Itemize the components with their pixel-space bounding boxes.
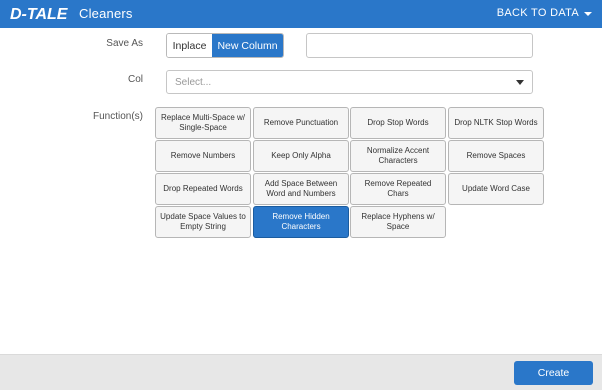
cleaners-popup: D-TALE Cleaners BACK TO DATA Save As Inp… — [0, 0, 602, 390]
dropdown-caret-icon[interactable] — [516, 80, 524, 85]
col-select-placeholder: Select... — [175, 77, 212, 88]
new-column-button[interactable]: New Column — [212, 34, 283, 57]
back-to-data-label: BACK TO DATA — [496, 7, 579, 19]
col-label: Col — [127, 74, 143, 85]
footer-bar: Create — [0, 354, 602, 390]
function-button[interactable]: Remove Numbers — [155, 140, 251, 172]
function-button-active[interactable]: Remove Hidden Characters — [253, 206, 349, 238]
function-button[interactable]: Drop Stop Words — [350, 107, 446, 139]
popup-title: Cleaners — [79, 6, 133, 21]
function-button[interactable]: Replace Multi-Space w/ Single-Space — [155, 107, 251, 139]
save-as-toggle: Inplace New Column — [166, 33, 284, 58]
functions-label: Function(s) — [92, 111, 143, 122]
caret-down-icon — [584, 11, 592, 16]
function-button[interactable]: Update Space Values to Empty String — [155, 206, 251, 238]
back-to-data-button[interactable]: BACK TO DATA — [497, 7, 592, 19]
function-button[interactable]: Remove Spaces — [448, 140, 544, 172]
function-button[interactable]: Drop Repeated Words — [155, 173, 251, 205]
function-button[interactable]: Normalize Accent Characters — [350, 140, 446, 172]
function-button[interactable]: Drop NLTK Stop Words — [448, 107, 544, 139]
function-button[interactable]: Remove Repeated Chars — [350, 173, 446, 205]
function-button[interactable]: Update Word Case — [448, 173, 544, 205]
function-button[interactable]: Add Space Between Word and Numbers — [253, 173, 349, 205]
col-select[interactable]: Select... — [166, 70, 533, 94]
save-as-label: Save As — [106, 38, 143, 49]
function-button[interactable]: Replace Hyphens w/ Space — [350, 206, 446, 238]
new-column-name-input[interactable] — [306, 33, 533, 58]
dtale-logo: D-TALE — [8, 2, 72, 24]
function-button[interactable]: Remove Punctuation — [253, 107, 349, 139]
function-button[interactable]: Keep Only Alpha — [253, 140, 349, 172]
inplace-button[interactable]: Inplace — [167, 34, 212, 57]
logo-text: D-TALE — [10, 6, 69, 23]
create-button[interactable]: Create — [514, 361, 593, 385]
header-bar: D-TALE Cleaners BACK TO DATA — [0, 0, 602, 28]
